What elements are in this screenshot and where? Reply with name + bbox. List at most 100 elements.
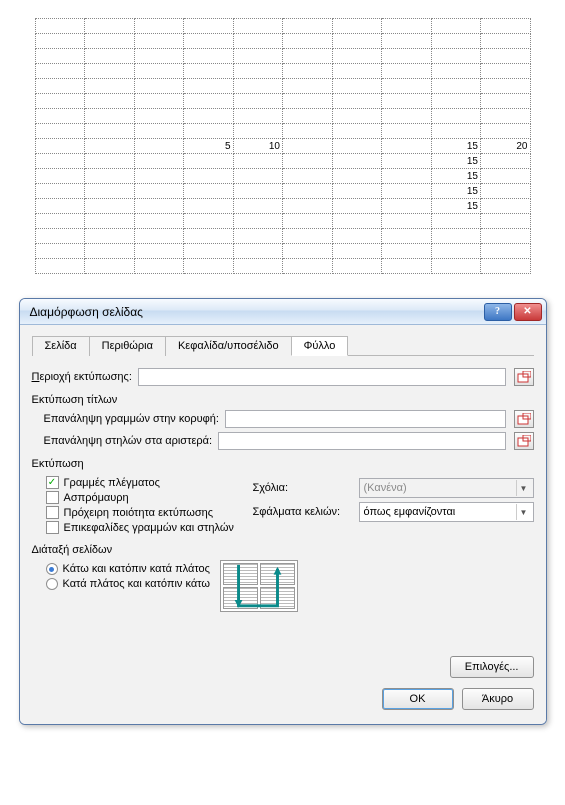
cell[interactable] (35, 229, 85, 244)
cell[interactable] (233, 64, 283, 79)
cell[interactable] (431, 94, 481, 109)
cell[interactable] (283, 244, 333, 259)
cell[interactable] (184, 94, 234, 109)
cell[interactable] (332, 94, 382, 109)
cell[interactable] (35, 199, 85, 214)
cell[interactable] (35, 49, 85, 64)
cell[interactable] (134, 214, 184, 229)
cell[interactable] (283, 109, 333, 124)
options-button[interactable]: Επιλογές... (450, 656, 534, 678)
cell[interactable] (283, 94, 333, 109)
cell[interactable]: 15 (431, 154, 481, 169)
tab-περιθώρια[interactable]: Περιθώρια (89, 336, 166, 356)
title-bar[interactable]: Διαμόρφωση σελίδας ? ✕ (20, 299, 546, 325)
cell[interactable] (233, 184, 283, 199)
cell[interactable] (382, 79, 432, 94)
order-over-down-radio[interactable]: Κατά πλάτος και κατόπιν κάτω (46, 578, 210, 590)
cell[interactable] (332, 214, 382, 229)
cell[interactable] (85, 109, 135, 124)
cell[interactable] (283, 169, 333, 184)
cell[interactable] (283, 184, 333, 199)
cell[interactable] (382, 199, 432, 214)
cell[interactable] (431, 214, 481, 229)
cell[interactable] (233, 214, 283, 229)
cell[interactable] (481, 259, 531, 274)
cell[interactable] (481, 49, 531, 64)
cell[interactable] (85, 259, 135, 274)
cell[interactable] (481, 154, 531, 169)
tab-κεφαλίδα/υποσέλιδο[interactable]: Κεφαλίδα/υποσέλιδο (165, 336, 292, 356)
cell[interactable] (85, 199, 135, 214)
cell[interactable] (382, 124, 432, 139)
cell[interactable] (431, 19, 481, 34)
cell[interactable] (85, 244, 135, 259)
help-icon[interactable]: ? (484, 303, 512, 321)
cell[interactable] (35, 124, 85, 139)
cell[interactable] (134, 109, 184, 124)
cell[interactable] (382, 94, 432, 109)
cell[interactable] (233, 259, 283, 274)
cell[interactable] (233, 154, 283, 169)
cell[interactable] (134, 244, 184, 259)
cell[interactable] (85, 64, 135, 79)
cell[interactable] (332, 244, 382, 259)
cell[interactable] (233, 79, 283, 94)
cell[interactable] (184, 229, 234, 244)
cell[interactable] (283, 259, 333, 274)
cell[interactable] (481, 109, 531, 124)
cell[interactable] (184, 214, 234, 229)
cell[interactable] (184, 244, 234, 259)
cell[interactable] (35, 184, 85, 199)
cell[interactable] (382, 49, 432, 64)
cell[interactable] (332, 184, 382, 199)
cell[interactable] (134, 64, 184, 79)
cell[interactable]: 10 (233, 139, 283, 154)
cell[interactable] (85, 184, 135, 199)
cell[interactable] (332, 124, 382, 139)
cell[interactable] (283, 214, 333, 229)
comments-dropdown[interactable]: (Κανένα) ▼ (359, 478, 534, 498)
cell[interactable] (382, 109, 432, 124)
cell[interactable] (233, 244, 283, 259)
cell[interactable] (283, 19, 333, 34)
cell[interactable] (431, 34, 481, 49)
cell[interactable] (184, 49, 234, 64)
cell[interactable]: 20 (481, 139, 531, 154)
cell[interactable] (35, 64, 85, 79)
cell[interactable] (481, 184, 531, 199)
cell[interactable] (85, 34, 135, 49)
cell[interactable] (233, 34, 283, 49)
cell[interactable] (184, 34, 234, 49)
repeat-cols-input[interactable] (218, 432, 505, 450)
cell[interactable] (184, 199, 234, 214)
cell[interactable] (134, 154, 184, 169)
cell[interactable] (283, 64, 333, 79)
cell[interactable] (332, 109, 382, 124)
cell[interactable] (184, 19, 234, 34)
cell[interactable] (431, 64, 481, 79)
order-down-over-radio[interactable]: Κάτω και κατόπιν κατά πλάτος (46, 563, 210, 575)
cell[interactable]: 15 (431, 169, 481, 184)
range-select-icon[interactable] (514, 410, 534, 428)
cell[interactable] (332, 79, 382, 94)
cell[interactable] (134, 184, 184, 199)
cell[interactable] (184, 64, 234, 79)
cell[interactable] (35, 94, 85, 109)
cell[interactable] (233, 199, 283, 214)
cell[interactable] (283, 49, 333, 64)
cell-errors-dropdown[interactable]: όπως εμφανίζονται ▼ (359, 502, 534, 522)
cell[interactable] (85, 139, 135, 154)
cell[interactable] (233, 49, 283, 64)
cell[interactable] (431, 49, 481, 64)
cell[interactable] (431, 124, 481, 139)
cell[interactable] (85, 229, 135, 244)
cell[interactable] (283, 199, 333, 214)
cell[interactable] (85, 19, 135, 34)
cell[interactable] (481, 244, 531, 259)
cell[interactable] (233, 94, 283, 109)
cell[interactable] (184, 169, 234, 184)
cell[interactable] (35, 109, 85, 124)
cell[interactable] (481, 94, 531, 109)
cell[interactable] (134, 79, 184, 94)
cell[interactable] (134, 139, 184, 154)
